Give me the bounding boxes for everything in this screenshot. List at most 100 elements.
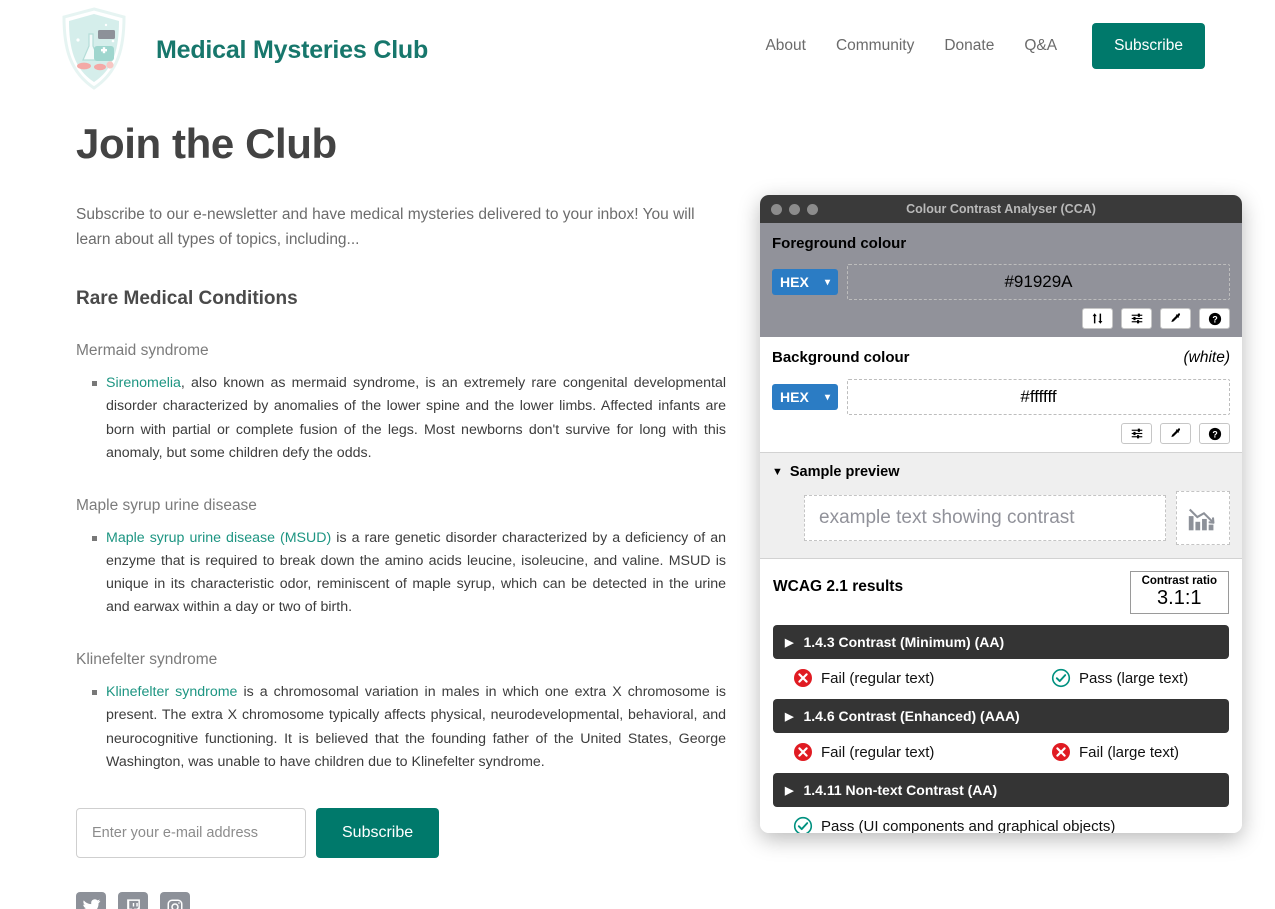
swap-arrows-icon[interactable] bbox=[1082, 308, 1113, 329]
foreground-color-row: HEX ▾ #91929A bbox=[772, 264, 1230, 300]
background-header: Background colour (white) bbox=[772, 349, 1230, 367]
instagram-icon[interactable] bbox=[160, 891, 190, 909]
fail-icon bbox=[794, 669, 812, 688]
nav-item-qa[interactable]: Q&A bbox=[1009, 37, 1072, 55]
condition-link-sirenomelia[interactable]: Sirenomelia bbox=[106, 375, 181, 391]
cca-titlebar[interactable]: Colour Contrast Analyser (CCA) bbox=[760, 195, 1242, 223]
criterion-146-header[interactable]: ▶ 1.4.6 Contrast (Enhanced) (AAA) bbox=[773, 699, 1229, 734]
svg-text:?: ? bbox=[1212, 314, 1217, 324]
result-label: Pass (UI components and graphical object… bbox=[821, 817, 1116, 833]
sample-preview-label: Sample preview bbox=[789, 464, 900, 480]
contrast-ratio-label: Contrast ratio bbox=[1141, 575, 1217, 587]
criterion-1411-results: Pass (UI components and graphical object… bbox=[773, 816, 1229, 833]
svg-text:?: ? bbox=[1212, 429, 1217, 439]
maximize-icon[interactable] bbox=[807, 203, 818, 215]
list-item: Klinefelter syndrome is a chromosomal va… bbox=[92, 681, 726, 774]
condition-heading-mermaid: Mermaid syndrome bbox=[76, 342, 209, 360]
result-fail-regular: Fail (regular text) bbox=[793, 668, 1051, 688]
foreground-buttons: ? bbox=[772, 308, 1230, 329]
sample-preview-section: ▼ Sample preview example text showing co… bbox=[760, 452, 1242, 559]
background-note: (white) bbox=[1183, 349, 1230, 366]
condition-body: , also known as mermaid syndrome, is an … bbox=[106, 375, 726, 461]
foreground-format-select[interactable]: HEX ▾ bbox=[772, 269, 838, 295]
criterion-1411-label: 1.4.11 Non-text Contrast (AA) bbox=[803, 782, 998, 799]
wcag-results-header: WCAG 2.1 results Contrast ratio 3.1:1 bbox=[773, 571, 1229, 615]
eyedropper-icon[interactable] bbox=[1160, 423, 1191, 444]
social-links bbox=[76, 891, 726, 909]
cca-window-title: Colour Contrast Analyser (CCA) bbox=[906, 202, 1096, 216]
medical-shield-logo bbox=[62, 7, 126, 90]
pass-icon bbox=[793, 817, 813, 833]
email-field[interactable] bbox=[76, 807, 306, 858]
condition-list-mermaid: Sirenomelia, also known as mermaid syndr… bbox=[76, 372, 726, 465]
criterion-143-results: Fail (regular text) Pass (large text) bbox=[773, 668, 1229, 688]
close-icon[interactable] bbox=[771, 203, 782, 215]
triangle-down-icon: ▼ bbox=[772, 466, 783, 478]
result-label: Fail (regular text) bbox=[821, 669, 935, 687]
page-root: Medical Mysteries Club About Community D… bbox=[0, 0, 1275, 909]
condition-link-msud[interactable]: Maple syrup urine disease (MSUD) bbox=[106, 530, 331, 546]
list-item: Sirenomelia, also known as mermaid syndr… bbox=[92, 372, 726, 465]
criterion-146-label: 1.4.6 Contrast (Enhanced) (AAA) bbox=[803, 708, 1020, 725]
contrast-ratio-value: 3.1:1 bbox=[1157, 587, 1202, 609]
main-content: Join the Club Subscribe to our e-newslet… bbox=[76, 120, 726, 909]
fail-icon bbox=[1052, 743, 1070, 762]
result-pass-nontext: Pass (UI components and graphical object… bbox=[793, 816, 1115, 833]
sample-preview-toggle[interactable]: ▼ Sample preview bbox=[772, 464, 1230, 480]
background-buttons: ? bbox=[772, 423, 1230, 444]
background-format-select[interactable]: HEX ▾ bbox=[772, 384, 838, 410]
background-label: Background colour bbox=[772, 349, 910, 366]
criterion-1411-header[interactable]: ▶ 1.4.11 Non-text Contrast (AA) bbox=[773, 773, 1229, 808]
subscribe-submit-button[interactable]: Subscribe bbox=[316, 807, 440, 858]
page-title: Join the Club bbox=[76, 120, 337, 167]
triangle-right-icon: ▶ bbox=[785, 636, 794, 649]
sample-text: example text showing contrast bbox=[804, 495, 1166, 541]
sliders-icon[interactable] bbox=[1121, 423, 1152, 444]
main-nav: About Community Donate Q&A Subscribe bbox=[765, 23, 1205, 69]
nav-item-about[interactable]: About bbox=[765, 37, 821, 55]
chevron-down-icon: ▾ bbox=[824, 391, 830, 403]
nav-item-community[interactable]: Community bbox=[821, 37, 929, 55]
triangle-right-icon: ▶ bbox=[785, 710, 794, 723]
twitter-icon[interactable] bbox=[76, 891, 106, 909]
result-label: Pass (large text) bbox=[1079, 669, 1189, 687]
minimize-icon[interactable] bbox=[789, 203, 800, 215]
subscribe-form: Subscribe bbox=[76, 807, 726, 858]
background-color-input[interactable]: #ffffff bbox=[847, 379, 1230, 415]
result-label: Fail (large text) bbox=[1079, 743, 1180, 761]
triangle-right-icon: ▶ bbox=[785, 784, 794, 797]
window-controls[interactable] bbox=[771, 203, 818, 215]
brand-title: Medical Mysteries Club bbox=[156, 35, 429, 64]
help-icon[interactable]: ? bbox=[1199, 423, 1230, 444]
fail-icon bbox=[794, 743, 812, 762]
contrast-ratio-box: Contrast ratio 3.1:1 bbox=[1129, 571, 1229, 615]
twitch-icon[interactable] bbox=[118, 891, 148, 909]
foreground-color-input[interactable]: #91929A bbox=[847, 264, 1230, 300]
sliders-icon[interactable] bbox=[1121, 308, 1152, 329]
criterion-146-results: Fail (regular text) Fail (large text) bbox=[773, 742, 1229, 762]
wcag-results-title: WCAG 2.1 results bbox=[773, 578, 904, 595]
result-label: Fail (regular text) bbox=[821, 743, 935, 761]
background-format-value: HEX bbox=[780, 389, 809, 405]
header-subscribe-button[interactable]: Subscribe bbox=[1092, 23, 1205, 69]
foreground-label: Foreground colour bbox=[772, 235, 907, 252]
result-pass-large: Pass (large text) bbox=[1051, 668, 1188, 688]
nav-item-donate[interactable]: Donate bbox=[929, 37, 1009, 55]
pass-icon bbox=[1051, 669, 1071, 688]
site-header: Medical Mysteries Club About Community D… bbox=[0, 0, 1275, 100]
background-section: Background colour (white) HEX ▾ #ffffff bbox=[760, 337, 1242, 452]
declining-bar-chart-icon bbox=[1176, 491, 1230, 545]
condition-heading-klinefelter: Klinefelter syndrome bbox=[76, 651, 218, 669]
criterion-143-label: 1.4.3 Contrast (Minimum) (AA) bbox=[803, 634, 1005, 651]
criterion-143-header[interactable]: ▶ 1.4.3 Contrast (Minimum) (AA) bbox=[773, 625, 1229, 660]
foreground-section: Foreground colour HEX ▾ #91929A ? bbox=[760, 223, 1242, 337]
eyedropper-icon[interactable] bbox=[1160, 308, 1191, 329]
result-fail-large: Fail (large text) bbox=[1051, 742, 1179, 762]
list-item: Maple syrup urine disease (MSUD) is a ra… bbox=[92, 527, 726, 620]
foreground-header: Foreground colour bbox=[772, 235, 1230, 252]
sample-preview-body: example text showing contrast bbox=[772, 491, 1230, 545]
brand[interactable]: Medical Mysteries Club bbox=[58, 6, 428, 94]
condition-link-klinefelter[interactable]: Klinefelter syndrome bbox=[106, 684, 237, 700]
cca-window: Colour Contrast Analyser (CCA) Foregroun… bbox=[760, 195, 1242, 833]
help-icon[interactable]: ? bbox=[1199, 308, 1230, 329]
